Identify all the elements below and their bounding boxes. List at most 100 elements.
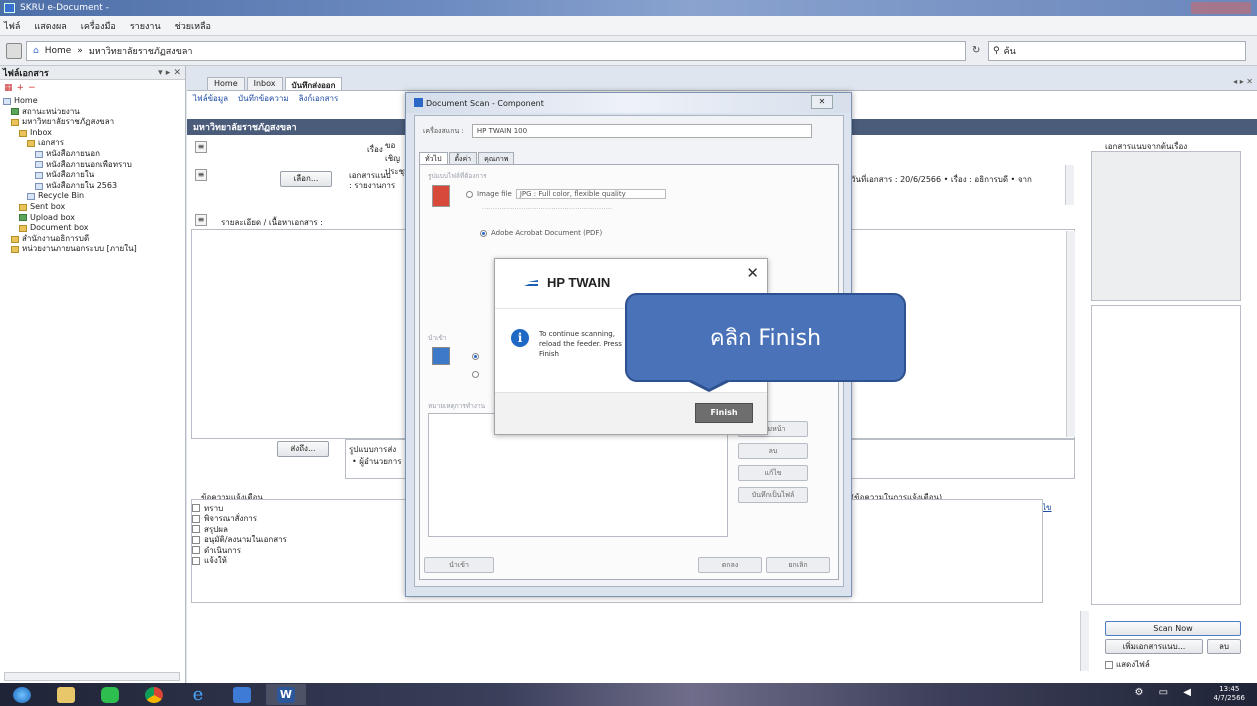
checkbox[interactable] xyxy=(192,514,200,523)
tree-item[interactable]: หนังสือภายใน xyxy=(3,170,185,181)
refresh-icon[interactable]: ↻ xyxy=(972,45,980,56)
checkbox[interactable] xyxy=(192,556,200,565)
finish-button[interactable]: Finish xyxy=(695,403,753,423)
tree-item[interactable]: เอกสาร xyxy=(3,138,185,149)
tab-home[interactable]: Home xyxy=(207,77,245,90)
expand-subject-button[interactable]: ≡ xyxy=(195,141,207,153)
word-icon[interactable]: W xyxy=(266,684,306,705)
scan-tab-quality[interactable]: คุณภาพ xyxy=(478,152,515,164)
save-file-button[interactable]: บันทึกเป็นไฟล์ xyxy=(738,487,808,503)
checkbox[interactable] xyxy=(192,535,200,544)
remove-icon[interactable]: − xyxy=(28,83,36,93)
delete-page-button[interactable]: ลบ xyxy=(738,443,808,459)
scan-tab-settings[interactable]: ตั้งค่า xyxy=(448,152,478,164)
tree-item[interactable]: หนังสือภายนอกเพื่อทราบ xyxy=(3,160,185,171)
tree-item-label: สถานะหน่วยงาน xyxy=(22,106,80,116)
menu-help[interactable]: ช่วยเหลือ xyxy=(175,19,211,33)
tree-item[interactable]: หนังสือภายใน 2563 xyxy=(3,181,185,192)
tree-item[interactable]: สำนักงานอธิการบดี xyxy=(3,234,185,245)
tree-item[interactable]: Document box xyxy=(3,223,185,234)
add-attachment-button[interactable]: เพิ่มเอกสารแนบ... xyxy=(1105,639,1203,654)
expand-attach-button[interactable]: ≡ xyxy=(195,169,207,181)
checkbox[interactable] xyxy=(1105,660,1113,669)
show-file-checkbox[interactable]: แสดงไฟล์ xyxy=(1105,658,1150,671)
folder-icon xyxy=(27,140,35,148)
subject-value[interactable]: ขอเชิญประชุม xyxy=(385,139,409,176)
hp-twain-title: HP TWAIN xyxy=(547,275,611,290)
tree-item[interactable]: Upload box xyxy=(3,213,185,224)
info-scrollbar[interactable] xyxy=(1065,165,1074,205)
import-button[interactable]: นำเข้า xyxy=(424,557,494,573)
scan-radio-1[interactable] xyxy=(472,353,479,360)
checkbox[interactable] xyxy=(192,525,200,534)
app-window-icon[interactable] xyxy=(222,684,262,705)
image-format-select[interactable]: JPG : Full color, flexible quality xyxy=(515,189,666,199)
tree-item[interactable]: หน่วยงานภายนอกระบบ [ภายใน] xyxy=(3,244,185,255)
tree-item[interactable]: สถานะหน่วยงาน xyxy=(3,107,185,118)
scan-dialog-close-icon[interactable]: ✕ xyxy=(811,95,833,109)
attachment-list[interactable] xyxy=(1091,305,1241,605)
clock[interactable]: 13:45 4/7/2566 xyxy=(1214,685,1245,703)
tree-item[interactable]: มหาวิทยาลัยราชภัฏสงขลา xyxy=(3,117,185,128)
system-tray[interactable]: ⚙ ▭ ◀ xyxy=(1135,687,1197,698)
checkbox[interactable] xyxy=(192,504,200,513)
path-home[interactable]: Home xyxy=(45,46,72,56)
close-icon[interactable]: ✕ xyxy=(746,264,759,282)
search-input[interactable]: ⚲ ค้น xyxy=(988,41,1246,61)
tree-item-label: Home xyxy=(14,96,38,105)
expand-desc-button[interactable]: ≡ xyxy=(195,214,207,226)
checkbox[interactable] xyxy=(192,546,200,555)
chrome-icon[interactable] xyxy=(134,684,174,705)
menu-view[interactable]: แสดงผล xyxy=(34,19,66,33)
description-scrollbar[interactable] xyxy=(1066,231,1075,437)
lower-scrollbar[interactable] xyxy=(1080,611,1089,671)
tree-item[interactable]: Sent box xyxy=(3,202,185,213)
tab-outgoing[interactable]: บันทึกส่งออก xyxy=(284,77,343,90)
delete-attachment-button[interactable]: ลบ xyxy=(1207,639,1241,654)
address-path[interactable]: ⌂ Home » มหาวิทยาลัยราชภัฏสงขลา xyxy=(26,41,966,61)
image-file-option[interactable]: Image file JPG : Full color, flexible qu… xyxy=(466,189,666,199)
pdf-radio[interactable] xyxy=(480,229,487,237)
link-file-info[interactable]: ไฟล์ข้อมูล xyxy=(193,92,228,105)
start-orb-icon[interactable] xyxy=(2,684,42,705)
document-tabs: Home Inbox บันทึกส่งออก ◂ ▸ ✕ xyxy=(187,75,1257,90)
scan-radio-2[interactable] xyxy=(472,371,479,378)
checklist-item[interactable]: แจ้งให้ xyxy=(192,556,287,567)
link-memo[interactable]: บันทึกข้อความ xyxy=(238,92,289,105)
send-to-button[interactable]: ส่งถึง... xyxy=(277,441,329,457)
horizontal-scrollbar[interactable] xyxy=(4,672,180,681)
link-document[interactable]: ลิงก์เอกสาร xyxy=(299,92,339,105)
hp-logo-icon xyxy=(524,280,538,286)
tree-item[interactable]: หนังสือภายนอก xyxy=(3,149,185,160)
scan-tab-general[interactable]: ทั่วไป xyxy=(419,152,448,164)
print-icon[interactable] xyxy=(6,43,22,59)
device-select[interactable]: HP TWAIN 100 xyxy=(471,124,812,138)
scan-now-button[interactable]: Scan Now xyxy=(1105,621,1241,636)
menu-file[interactable]: ไฟล์ xyxy=(4,19,20,33)
image-file-icon xyxy=(432,185,450,207)
address-toolbar: ⌂ Home » มหาวิทยาลัยราชภัฏสงขลา ↻ ⚲ ค้น xyxy=(0,36,1257,66)
image-file-radio[interactable] xyxy=(466,190,473,198)
tree-item[interactable]: Home xyxy=(3,96,185,107)
panel-controls[interactable]: ▾ ▸ ✕ xyxy=(158,68,181,78)
path-current[interactable]: มหาวิทยาลัยราชภัฏสงขลา xyxy=(89,44,193,58)
file-explorer-icon[interactable] xyxy=(46,684,86,705)
pdf-option[interactable]: Adobe Acrobat Document (PDF) xyxy=(480,229,602,237)
folder-icon xyxy=(11,246,19,254)
internet-explorer-icon[interactable]: e xyxy=(178,684,218,705)
tab-scroll-arrows[interactable]: ◂ ▸ ✕ xyxy=(1233,77,1253,86)
grid-icon[interactable]: ▦ xyxy=(4,83,13,93)
menu-reports[interactable]: รายงาน xyxy=(130,19,161,33)
tree-item[interactable]: Inbox xyxy=(3,128,185,139)
choose-file-button[interactable]: เลือก... xyxy=(280,171,332,187)
edit-page-button[interactable]: แก้ไข xyxy=(738,465,808,481)
tab-inbox[interactable]: Inbox xyxy=(246,77,283,90)
notes-label: หมายเหตุการทำงาน xyxy=(428,402,486,410)
tree-item[interactable]: Recycle Bin xyxy=(3,191,185,202)
cancel-button[interactable]: ยกเลิก xyxy=(766,557,830,573)
menu-tools[interactable]: เครื่องมือ xyxy=(81,19,116,33)
window-controls[interactable] xyxy=(1191,2,1251,14)
line-app-icon[interactable] xyxy=(90,684,130,705)
add-icon[interactable]: + xyxy=(17,83,25,93)
ok-button[interactable]: ตกลง xyxy=(698,557,762,573)
